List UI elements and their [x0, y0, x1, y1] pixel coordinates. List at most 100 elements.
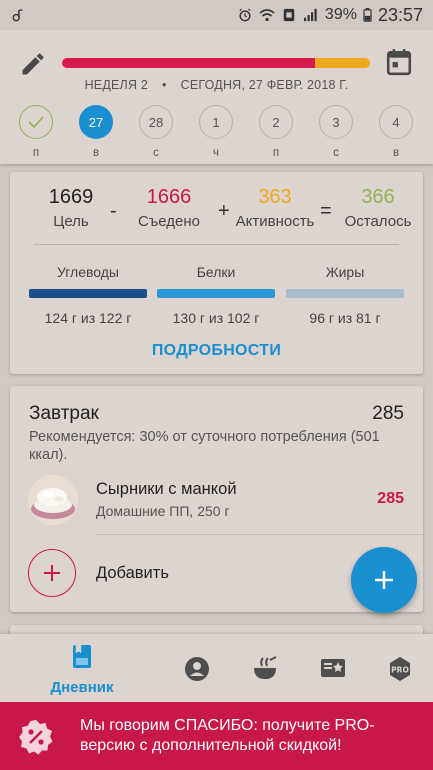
today-label: СЕГОДНЯ, 27 ФЕВР. 2018 Г.: [180, 78, 349, 92]
sim-icon: [283, 8, 295, 22]
remaining-label: Осталось: [344, 213, 412, 230]
macro-value: 130 г из 102 г: [172, 310, 260, 326]
divider: [34, 244, 399, 245]
macro-carbs: Углеводы 124 г из 122 г: [29, 264, 147, 326]
day-circle: 1: [199, 105, 233, 139]
plus-sign: +: [218, 200, 230, 222]
activity-value: 363: [258, 186, 292, 208]
achievements-card-icon: [321, 659, 345, 677]
recipes-bowl-icon: [254, 656, 277, 679]
details-button[interactable]: ПОДРОБНОСТИ: [10, 342, 423, 360]
promo-banner[interactable]: Мы говорим СПАСИБО: получите PRO-версию …: [0, 702, 433, 770]
activity-label: Активность: [235, 213, 315, 230]
macro-value: 96 г из 81 г: [309, 310, 381, 326]
divider: [96, 534, 423, 535]
progress-eaten: [62, 58, 315, 68]
calorie-progress-bar: [62, 58, 370, 68]
music-notification-icon: [12, 9, 23, 22]
macro-name: Жиры: [325, 264, 365, 280]
goal-value: 1669: [48, 186, 94, 208]
macro-bar: [29, 289, 147, 298]
remaining-block: 366 Осталось: [340, 186, 416, 230]
diary-book-icon: [73, 644, 91, 668]
day-circle: 3: [319, 105, 353, 139]
signal-icon: [303, 8, 317, 22]
day-letter: п: [272, 147, 280, 159]
day-letter: с: [153, 147, 159, 159]
remaining-value: 366: [361, 186, 395, 208]
macro-name: Белки: [196, 264, 236, 280]
day-item-6[interactable]: 4 в: [379, 105, 413, 159]
svg-text:PRO: PRO: [391, 666, 409, 675]
week-days: п 27 в 28 с 1 ч 2 п 3 с 4 в: [0, 105, 433, 165]
calorie-summary-card: 1669 Цель - 1666 Съедено + 363 Активност…: [10, 172, 423, 374]
alarm-icon: [239, 8, 251, 22]
meal-recommendation: Рекомендуется: 30% от суточного потребле…: [29, 429, 380, 463]
calendar-icon[interactable]: [386, 48, 412, 76]
day-circle: [19, 105, 53, 139]
progress-activity: [314, 58, 370, 68]
diary-header: НЕДЕЛЯ 2 • СЕГОДНЯ, 27 ФЕВР. 2018 Г. п 27 …: [0, 30, 433, 164]
battery-icon: [363, 8, 372, 22]
macro-protein: Белки 130 г из 102 г: [157, 264, 275, 326]
macro-name: Углеводы: [56, 264, 119, 280]
food-kcal: 285: [377, 490, 404, 507]
goal-block: 1669 Цель: [32, 186, 110, 230]
bottom-navigation: Дневник PRO: [0, 634, 433, 702]
meal-kcal: 285: [372, 403, 404, 424]
eaten-label: Съедено: [138, 213, 200, 230]
food-name[interactable]: Сырники с манкой: [96, 480, 237, 499]
add-fab-button[interactable]: [351, 547, 417, 613]
clock: 23:57: [377, 4, 423, 25]
calorie-equation: 1669 Цель - 1666 Съедено + 363 Активност…: [10, 186, 423, 236]
profile-icon: [185, 657, 209, 681]
day-letter: в: [392, 147, 400, 159]
food-meta: Домашние ПП, 250 г: [96, 503, 230, 519]
battery-percentage: 39%: [324, 6, 357, 23]
plus-icon: [44, 565, 60, 581]
minus-sign: -: [110, 200, 117, 222]
status-right: 39% 23:57: [237, 5, 423, 26]
wifi-icon: [259, 9, 275, 22]
day-circle: 28: [139, 105, 173, 139]
eaten-value: 1666: [146, 186, 192, 208]
promo-text: Мы говорим СПАСИБО: получите PRO-версию …: [80, 717, 375, 754]
day-letter: п: [32, 147, 40, 159]
plus-icon: [375, 571, 393, 589]
add-food-button[interactable]: [28, 549, 76, 597]
day-item-3[interactable]: 1 ч: [199, 105, 233, 159]
meal-title: Завтрак: [29, 403, 99, 424]
equals-sign: =: [320, 200, 332, 222]
pro-badge-icon: PRO: [390, 657, 410, 681]
day-item-4[interactable]: 2 п: [259, 105, 293, 159]
activity-block: 363 Активность: [232, 186, 318, 230]
check-icon: [28, 116, 44, 129]
pencil-icon[interactable]: [19, 50, 47, 78]
day-item-2[interactable]: 28 с: [139, 105, 173, 159]
day-circle: 2: [259, 105, 293, 139]
day-item-1[interactable]: 27 в: [79, 105, 113, 159]
separator: •: [162, 78, 167, 92]
food-image[interactable]: [28, 475, 78, 525]
macro-bar: [157, 289, 275, 298]
macro-bar: [286, 289, 404, 298]
day-item-0[interactable]: п: [19, 105, 53, 159]
eaten-block: 1666 Съедено: [130, 186, 208, 230]
day-letter: ч: [213, 147, 219, 159]
day-letter: с: [333, 147, 339, 159]
nav-label-diary: Дневник: [50, 679, 114, 696]
day-circle: 4: [379, 105, 413, 139]
day-item-5[interactable]: 3 с: [319, 105, 353, 159]
discount-badge-icon: [19, 720, 53, 755]
add-food-label[interactable]: Добавить: [96, 564, 169, 583]
goal-label: Цель: [53, 213, 89, 230]
nav-item-diary[interactable]: Дневник: [42, 644, 122, 696]
food-photo-icon: [28, 475, 78, 525]
status-bar: 39% 23:57: [0, 0, 433, 30]
macro-fats: Жиры 96 г из 81 г: [286, 264, 404, 326]
week-label: НЕДЕЛЯ 2: [84, 78, 149, 92]
day-letter: в: [92, 147, 100, 159]
macro-value: 124 г из 122 г: [44, 310, 132, 326]
nav-item-pro[interactable]: PRO: [360, 656, 433, 687]
week-date-line: НЕДЕЛЯ 2 • СЕГОДНЯ, 27 ФЕВР. 2018 Г.: [0, 78, 433, 92]
